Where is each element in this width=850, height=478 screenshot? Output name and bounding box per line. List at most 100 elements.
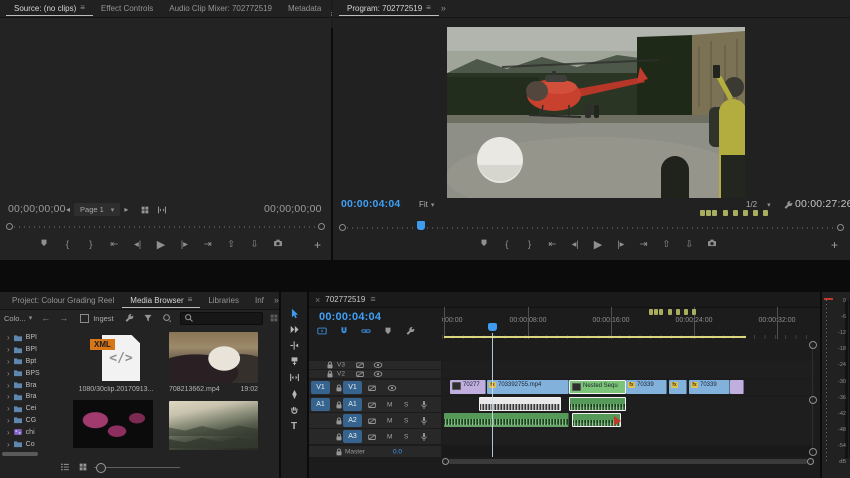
panel-menu-icon[interactable]: ≡: [80, 4, 85, 12]
voiceover-record-icon[interactable]: [419, 416, 429, 426]
source-scrubber[interactable]: [6, 222, 325, 232]
folder-tree-item[interactable]: ›Bra: [0, 379, 68, 391]
source-scrubber-track[interactable]: [14, 226, 317, 228]
solo-button[interactable]: S: [404, 401, 408, 408]
chevron-right-icon[interactable]: ›: [7, 428, 10, 437]
go-to-out-button[interactable]: ⇥: [202, 239, 214, 250]
sync-lock-icon[interactable]: [367, 416, 377, 426]
forward-arrow-icon[interactable]: →: [59, 313, 68, 323]
zoom-slider-track[interactable]: [94, 467, 180, 468]
go-to-in-button[interactable]: ⇤: [108, 239, 120, 250]
panel-menu-icon[interactable]: ≡: [426, 4, 431, 12]
program-current-timecode[interactable]: 00:00:04:04: [341, 198, 400, 210]
export-frame-button[interactable]: [706, 238, 718, 251]
media-tab[interactable]: Media Browser≡: [122, 294, 200, 308]
timeline-current-timecode[interactable]: 00:00:04:04: [319, 311, 381, 323]
mute-button[interactable]: M: [387, 401, 392, 408]
search-input[interactable]: [180, 312, 263, 325]
marker-button[interactable]: [478, 238, 490, 251]
lift-button[interactable]: ⇧: [225, 239, 237, 250]
thumbnail-view-icon[interactable]: [78, 462, 88, 472]
chevron-right-icon[interactable]: ›: [7, 404, 10, 413]
timeline-clip[interactable]: [730, 380, 744, 394]
video-thumbnail-flowers[interactable]: [73, 400, 153, 448]
mark-out-button[interactable]: }: [85, 239, 97, 250]
filter-icon[interactable]: [143, 313, 153, 323]
track-output-toggle[interactable]: [387, 383, 397, 393]
button-editor-icon[interactable]: [157, 205, 167, 215]
track-lane-v3[interactable]: [442, 361, 814, 369]
ingest-checkbox[interactable]: [80, 314, 89, 323]
chevron-right-icon[interactable]: ›: [7, 381, 10, 390]
marker-button[interactable]: [38, 238, 50, 251]
track-target-a2[interactable]: A2: [343, 414, 362, 427]
view-options-icon[interactable]: [162, 313, 172, 323]
timeline-clip[interactable]: fx70339: [626, 380, 667, 394]
program-scrubber-right-handle[interactable]: [837, 224, 844, 231]
source-tab[interactable]: Source: (no clips)≡: [6, 2, 93, 16]
step-forward-button[interactable]: |▸: [615, 239, 627, 250]
nest-toggle[interactable]: [317, 326, 327, 336]
folder-tree-item[interactable]: ›Bpt: [0, 356, 68, 368]
fit-dropdown[interactable]: Fit ▾: [419, 200, 434, 209]
mute-button[interactable]: M: [387, 433, 392, 440]
panel-menu-icon[interactable]: ≡: [370, 295, 375, 304]
lock-icon[interactable]: [325, 369, 335, 379]
zoom-in-handle[interactable]: [807, 458, 814, 465]
xml-file-thumbnail[interactable]: </> XML: [74, 333, 162, 383]
folder-tree-item[interactable]: ›Bra: [0, 391, 68, 403]
page-prev-icon[interactable]: ◂: [66, 206, 70, 214]
timeline-clip[interactable]: 70277: [450, 380, 486, 394]
panel-menu-icon[interactable]: ≡: [188, 296, 193, 304]
video-thumbnail-crowd[interactable]: [169, 332, 258, 383]
lift-button[interactable]: ⇧: [660, 239, 672, 250]
mark-in-button[interactable]: {: [61, 239, 73, 250]
video-thumbnail-mountains[interactable]: [169, 401, 258, 450]
type-tool[interactable]: T: [281, 419, 307, 433]
play-button[interactable]: ▶: [592, 238, 604, 251]
sync-lock-icon[interactable]: [367, 383, 377, 393]
folder-tree-item[interactable]: ›CG: [0, 415, 68, 427]
resolution-dropdown[interactable]: 1/2 ▾: [746, 200, 771, 209]
ingest-toggle[interactable]: Ingest: [80, 314, 113, 323]
snap-toggle[interactable]: [339, 326, 349, 336]
folder-tree-item[interactable]: ›Cei: [0, 403, 68, 415]
track-lane-a3[interactable]: [442, 429, 814, 444]
track-target-v1[interactable]: V1: [343, 381, 362, 394]
wrench-icon[interactable]: [783, 200, 793, 210]
timeline-clip[interactable]: fx: [669, 380, 687, 394]
chevron-right-icon[interactable]: ›: [7, 345, 10, 354]
back-arrow-icon[interactable]: ←: [41, 313, 50, 323]
solo-button[interactable]: S: [404, 433, 408, 440]
track-target-a3[interactable]: A3: [343, 430, 362, 443]
playhead-line[interactable]: [492, 333, 493, 457]
selection-tool[interactable]: [281, 306, 307, 320]
sync-lock-icon[interactable]: [355, 369, 365, 379]
grid-icon[interactable]: [269, 313, 279, 323]
source-current-timecode[interactable]: 00;00;00;00: [8, 203, 66, 215]
page-next-icon[interactable]: ▸: [124, 206, 128, 214]
source-tab[interactable]: Effect Controls: [93, 2, 161, 16]
horizontal-scroll-thumb[interactable]: [448, 459, 808, 464]
timeline-settings-icon[interactable]: [405, 326, 415, 336]
chevron-right-icon[interactable]: ›: [7, 416, 10, 425]
overflow-icon[interactable]: »: [274, 296, 279, 305]
go-to-out-button[interactable]: ⇥: [638, 239, 650, 250]
media-tab[interactable]: Inf: [247, 294, 272, 308]
hand-tool[interactable]: [281, 403, 307, 417]
program-button-editor-plus[interactable]: +: [831, 238, 838, 252]
razor-tool[interactable]: [281, 355, 307, 369]
wrench-icon[interactable]: [124, 313, 134, 323]
mute-button[interactable]: M: [387, 417, 392, 424]
zoom-slider-knob[interactable]: [96, 463, 106, 473]
track-lane-a2[interactable]: [442, 413, 814, 428]
step-back-button[interactable]: ◂|: [569, 239, 581, 250]
program-playhead[interactable]: [417, 221, 425, 230]
directory-dropdown[interactable]: Colo... ▾: [4, 314, 32, 323]
ripple-edit-tool[interactable]: [281, 338, 307, 352]
vertical-scroll-handle[interactable]: [809, 341, 817, 349]
folder-tree-item[interactable]: ›BPI: [0, 332, 68, 344]
folder-tree-item[interactable]: ›BPI: [0, 344, 68, 356]
extract-button[interactable]: ⇩: [249, 239, 261, 250]
add-marker-button[interactable]: [383, 326, 393, 336]
